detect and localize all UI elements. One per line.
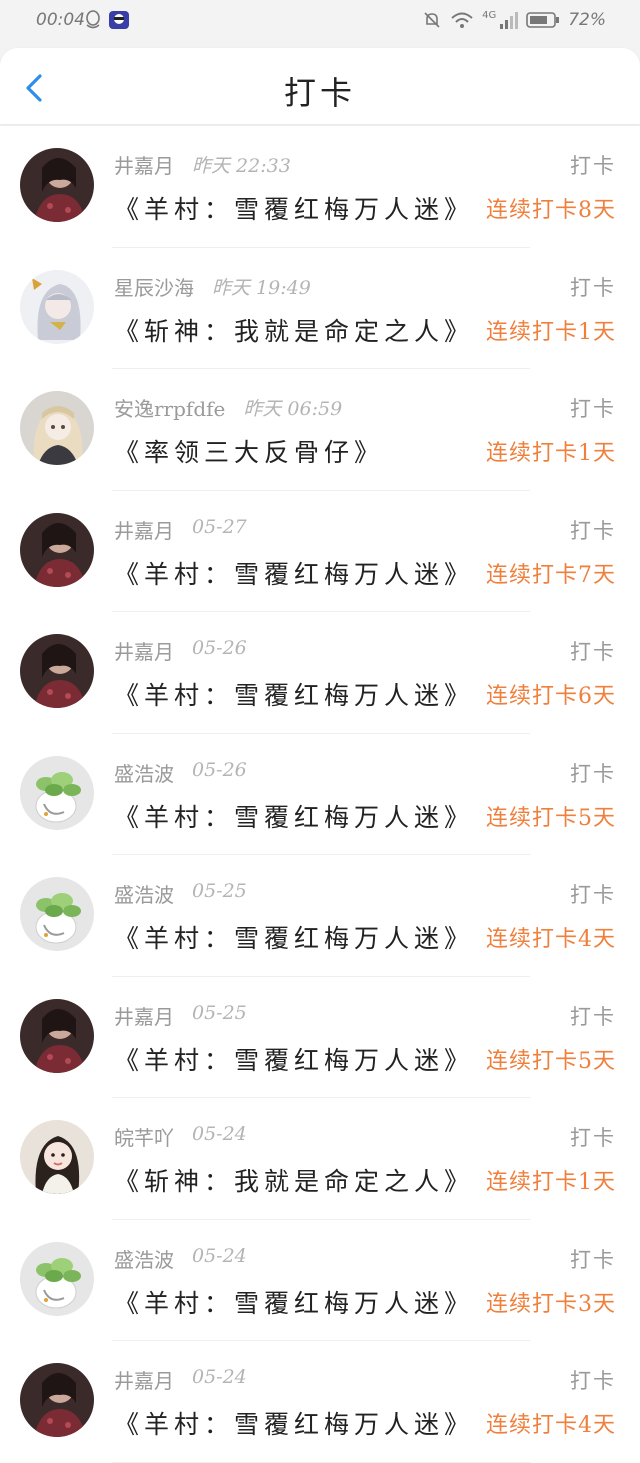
streak-badge: 连续打卡5天 <box>486 1048 616 1074</box>
action-label: 打卡 <box>570 518 616 543</box>
post-time: 昨天 22:33 <box>192 155 291 177</box>
streak-badge: 连续打卡1天 <box>486 319 616 345</box>
post-time: 05-27 <box>192 515 247 538</box>
user-name[interactable]: 井嘉月 <box>114 150 174 179</box>
book-title[interactable]: 《羊村：雪覆红梅万人迷》 <box>114 919 474 955</box>
checkin-list: 井嘉月 昨天 22:33 打卡 《羊村：雪覆红梅万人迷》 连续打卡8天 星辰沙海 昨天 19… <box>0 126 640 1463</box>
post-time: 05-25 <box>192 1001 247 1024</box>
streak-badge: 连续打卡6天 <box>486 684 616 709</box>
user-avatar[interactable] <box>20 998 94 1073</box>
checkin-item[interactable]: 星辰沙海 昨天 19:49 打卡《斩神：我就是命定之人》 连续打卡1天 <box>0 248 640 370</box>
checkin-item[interactable]: 盛浩波 05-24 打卡《羊村：雪覆红梅万人迷》 连续打卡3天 <box>0 1220 640 1342</box>
book-title[interactable]: 《率领三大反骨仔》 <box>114 433 384 469</box>
user-avatar[interactable] <box>20 634 94 708</box>
network-type: 4G <box>482 9 497 21</box>
user-name[interactable]: 井嘉月 <box>114 636 174 665</box>
app-notification-icon <box>109 11 129 29</box>
user-name[interactable]: 井嘉月 <box>114 1365 174 1394</box>
qq-notification-icon <box>86 10 100 29</box>
book-title[interactable]: 《斩神：我就是命定之人》 <box>114 312 474 348</box>
book-title[interactable]: 《羊村：雪覆红梅万人迷》 <box>114 190 474 226</box>
user-name[interactable]: 盛浩波 <box>114 1244 174 1273</box>
action-label: 打卡 <box>570 397 616 421</box>
book-title[interactable]: 《羊村：雪覆红梅万人迷》 <box>114 1405 474 1441</box>
checkin-item[interactable]: 井嘉月 05-26 打卡《羊村：雪覆红梅万人迷》 连续打卡6天 <box>0 612 640 734</box>
user-avatar[interactable] <box>20 391 94 465</box>
post-time: 05-25 <box>192 880 247 902</box>
battery-icon <box>526 12 560 28</box>
checkin-item[interactable]: 安逸rrpfdfe 昨天 06:59 打卡《率领三大反骨仔》 连续打卡1天 <box>0 369 640 491</box>
user-avatar[interactable] <box>20 269 94 344</box>
action-label: 打卡 <box>570 761 616 786</box>
streak-badge: 连续打卡1天 <box>486 441 616 466</box>
action-label: 打卡 <box>570 883 616 907</box>
wifi-icon <box>451 12 473 28</box>
user-avatar[interactable] <box>20 148 94 222</box>
streak-badge: 连续打卡3天 <box>486 1291 616 1317</box>
post-time: 昨天 19:49 <box>211 276 311 299</box>
action-label: 打卡 <box>570 640 616 664</box>
clock: 00:04 <box>36 10 85 30</box>
checkin-item[interactable]: 盛浩波 05-26 打卡《羊村：雪覆红梅万人迷》 连续打卡5天 <box>0 734 640 856</box>
book-title[interactable]: 《羊村：雪覆红梅万人迷》 <box>114 1284 474 1320</box>
user-avatar[interactable] <box>20 1120 94 1194</box>
streak-badge: 连续打卡7天 <box>486 562 616 588</box>
streak-badge: 连续打卡1天 <box>486 1170 616 1195</box>
page-title: 打卡 <box>283 74 356 112</box>
user-name[interactable]: 皖芊吖 <box>114 1122 174 1151</box>
status-bar: 00:04 4G 72% <box>0 0 640 44</box>
mute-bell-icon <box>424 12 440 28</box>
checkin-item[interactable]: 井嘉月 05-27 打卡《羊村：雪覆红梅万人迷》 连续打卡7天 <box>0 491 640 613</box>
user-name[interactable]: 安逸rrpfdfe <box>114 393 225 422</box>
user-avatar[interactable] <box>20 512 94 587</box>
action-label: 打卡 <box>570 1126 616 1150</box>
checkin-item[interactable]: 井嘉月 05-24 打卡《羊村：雪覆红梅万人迷》 连续打卡4天 <box>0 1341 640 1463</box>
checkin-item[interactable]: 盛浩波 05-25 打卡《羊村：雪覆红梅万人迷》 连续打卡4天 <box>0 855 640 977</box>
action-label: 打卡 <box>570 154 616 178</box>
checkin-item[interactable]: 井嘉月 昨天 22:33 打卡《羊村：雪覆红梅万人迷》 连续打卡8天 <box>0 126 640 248</box>
book-title[interactable]: 《羊村：雪覆红梅万人迷》 <box>114 798 474 834</box>
book-title[interactable]: 《羊村：雪覆红梅万人迷》 <box>114 676 474 712</box>
streak-badge: 连续打卡8天 <box>486 198 616 223</box>
user-avatar[interactable] <box>20 755 94 830</box>
streak-badge: 连续打卡5天 <box>486 805 616 831</box>
streak-badge: 连续打卡4天 <box>486 1413 616 1438</box>
battery-percent: 72% <box>568 10 606 30</box>
user-avatar[interactable] <box>20 1241 94 1316</box>
user-name[interactable]: 星辰沙海 <box>114 272 194 301</box>
status-icons: 4G 72% <box>422 10 606 30</box>
post-time: 昨天 06:59 <box>243 398 343 420</box>
post-time: 05-26 <box>192 637 247 659</box>
streak-badge: 连续打卡4天 <box>486 927 616 952</box>
action-label: 打卡 <box>570 1369 616 1393</box>
checkin-item[interactable]: 井嘉月 05-25 打卡《羊村：雪覆红梅万人迷》 连续打卡5天 <box>0 977 640 1099</box>
post-time: 05-24 <box>192 1244 247 1267</box>
user-name[interactable]: 盛浩波 <box>114 879 174 908</box>
book-title[interactable]: 《斩神：我就是命定之人》 <box>114 1162 474 1198</box>
post-time: 05-24 <box>192 1123 247 1145</box>
book-title[interactable]: 《羊村：雪覆红梅万人迷》 <box>114 1041 474 1077</box>
signal-icon <box>500 12 519 29</box>
user-name[interactable]: 盛浩波 <box>114 758 174 787</box>
action-label: 打卡 <box>570 1247 616 1272</box>
user-name[interactable]: 井嘉月 <box>114 515 174 544</box>
book-title[interactable]: 《羊村：雪覆红梅万人迷》 <box>114 555 474 591</box>
post-time: 05-26 <box>192 758 247 781</box>
user-avatar[interactable] <box>20 1363 94 1437</box>
user-name[interactable]: 井嘉月 <box>114 1001 174 1030</box>
action-label: 打卡 <box>570 1004 616 1029</box>
post-time: 05-24 <box>192 1366 247 1388</box>
user-avatar[interactable] <box>20 877 94 951</box>
checkin-item[interactable]: 皖芊吖 05-24 打卡《斩神：我就是命定之人》 连续打卡1天 <box>0 1098 640 1220</box>
app-header: 打卡 <box>0 48 640 124</box>
action-label: 打卡 <box>570 275 616 300</box>
